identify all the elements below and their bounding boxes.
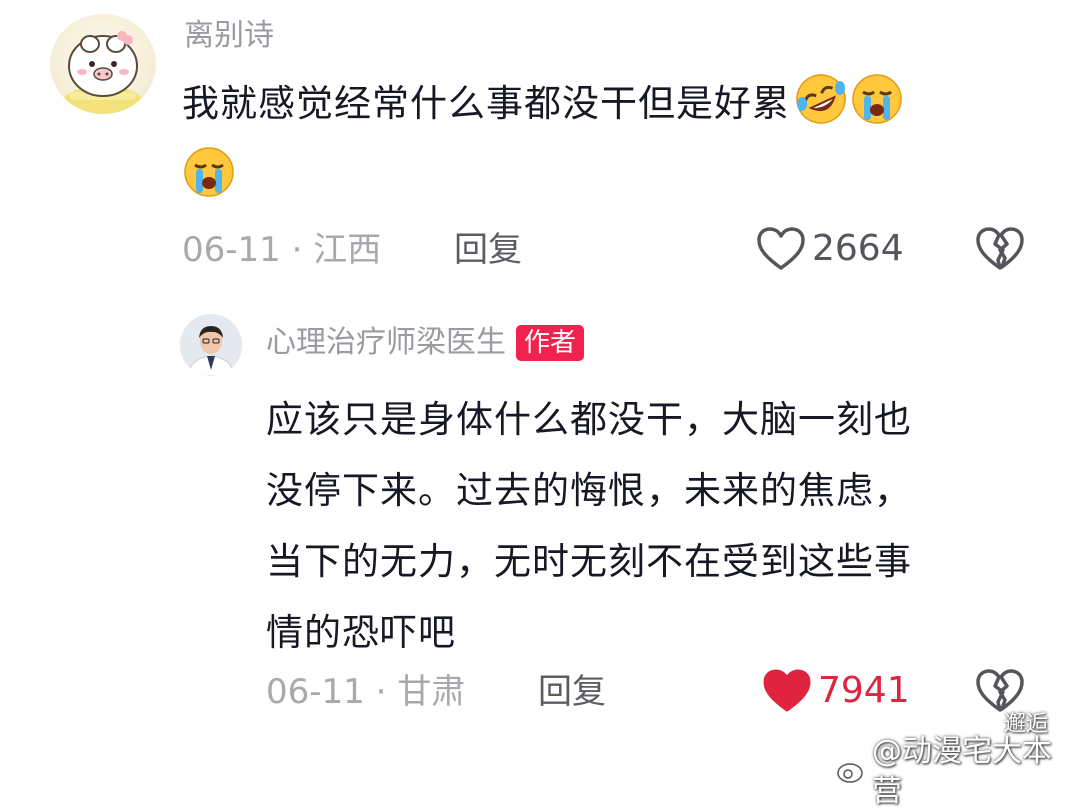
- heart-icon: [756, 226, 806, 272]
- comment-text-content: 我就感觉经常什么事都没干但是好累: [182, 82, 790, 125]
- author-badge: 作者: [516, 325, 585, 361]
- crying-emoji-icon: [182, 145, 236, 218]
- comment-like-button[interactable]: 2664: [756, 226, 904, 272]
- reply-location: 甘肃: [397, 672, 466, 712]
- comment-meta: 06-11 · 江西: [182, 228, 381, 272]
- crying-emoji-icon: [850, 72, 904, 145]
- reply-username[interactable]: 心理治疗师梁医生: [266, 323, 506, 363]
- comment-date: 06-11: [182, 230, 281, 270]
- reply-dislike-button[interactable]: [975, 668, 1025, 718]
- reply-text: 应该只是身体什么都没干，大脑一刻也 没停下来。过去的悔恨，未来的焦虑， 当下的无…: [266, 384, 1046, 668]
- meta-separator: ·: [375, 672, 387, 712]
- watermark-text: @动漫宅大本营: [872, 734, 1052, 809]
- reply-header: 心理治疗师梁医生 作者: [266, 323, 585, 363]
- meta-separator: ·: [291, 230, 303, 270]
- rolling-laughing-emoji-icon: [794, 72, 848, 145]
- broken-heart-icon: [975, 227, 1025, 276]
- watermark: @动漫宅大本营: [836, 732, 1080, 812]
- comment-like-count: 2664: [812, 228, 904, 269]
- reply-date: 06-11: [266, 672, 365, 712]
- reply-like-count: 7941: [818, 670, 910, 711]
- author-avatar[interactable]: [180, 314, 242, 376]
- reply-text-line: 情的恐吓吧: [266, 611, 456, 654]
- comment-location: 江西: [313, 230, 382, 270]
- weibo-icon: [836, 756, 868, 788]
- comment-dislike-button[interactable]: [975, 226, 1025, 276]
- comment-username[interactable]: 离别诗: [184, 16, 274, 56]
- reply-text-line: 当下的无力，无时无刻不在受到这些事: [266, 540, 912, 583]
- user-avatar[interactable]: [50, 14, 156, 114]
- reply-text-line: 没停下来。过去的悔恨，未来的焦虑，: [266, 469, 912, 512]
- reply-meta: 06-11 · 甘肃: [266, 670, 465, 714]
- reply-reply-button[interactable]: 回复: [538, 670, 606, 714]
- comment-reply-button[interactable]: 回复: [454, 228, 522, 272]
- reply-text-line: 应该只是身体什么都没干，大脑一刻也: [266, 398, 912, 441]
- reply-like-button[interactable]: 7941: [762, 668, 910, 714]
- heart-icon: [762, 668, 812, 714]
- comment-text: 我就感觉经常什么事都没干但是好累: [182, 72, 1042, 218]
